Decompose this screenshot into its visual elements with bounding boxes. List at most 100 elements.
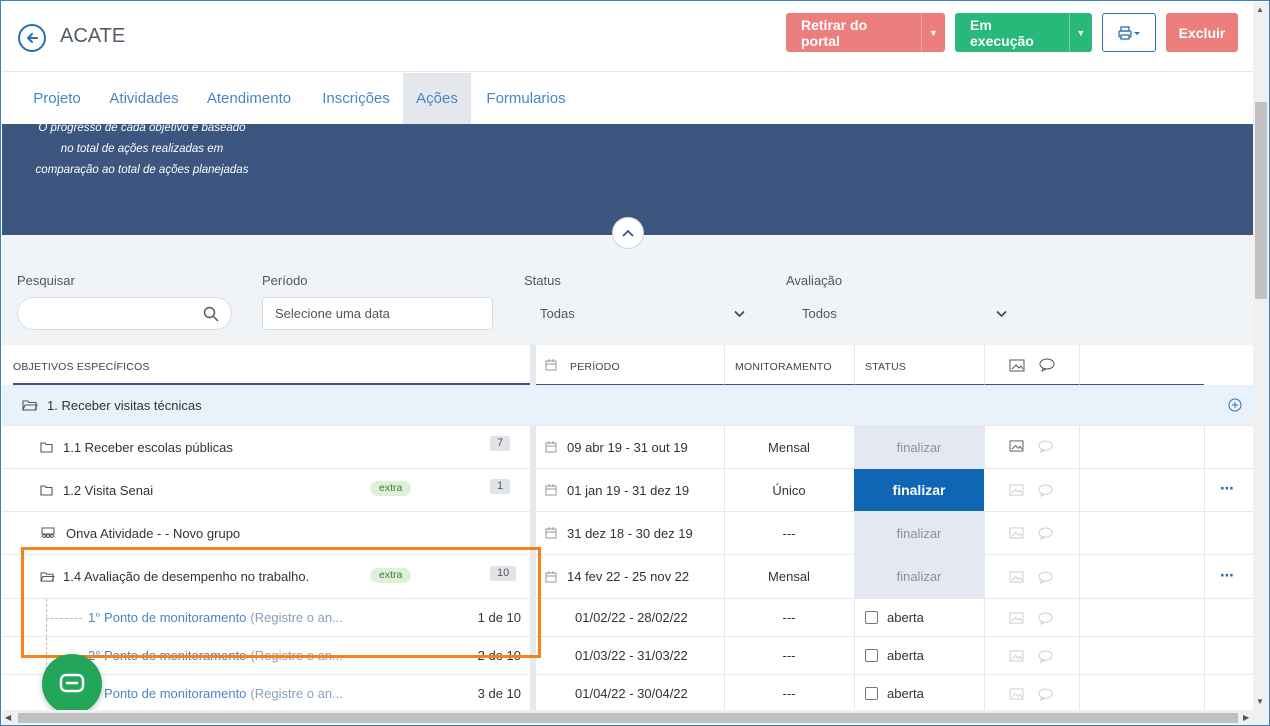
image-icon[interactable]	[1009, 440, 1024, 452]
chevron-down-icon	[734, 310, 745, 317]
avaliacao-select[interactable]: Todos	[786, 297, 1023, 330]
th-media	[984, 345, 1079, 385]
back-button[interactable]	[18, 24, 46, 52]
chevron-down-icon[interactable]: ▼	[920, 13, 945, 52]
column-divider	[530, 469, 536, 511]
header: ACATE Retirar do portal ▼ Em execução ▼ …	[2, 2, 1253, 72]
add-circle-icon[interactable]	[1228, 398, 1242, 412]
column-divider	[1204, 637, 1205, 674]
monitoring-name[interactable]: 3° Ponto de monitoramento (Registre o an…	[88, 675, 343, 712]
image-icon[interactable]	[1009, 688, 1024, 700]
column-divider	[1079, 599, 1080, 636]
scroll-left-arrow-icon[interactable]: ◀	[5, 713, 11, 722]
folder-icon	[40, 484, 53, 496]
chevron-down-icon[interactable]: ▼	[1068, 13, 1092, 52]
finalizar-button[interactable]: finalizar	[854, 469, 984, 511]
finalizar-button[interactable]: finalizar	[854, 555, 984, 598]
scroll-up-arrow-icon[interactable]: ▲	[1256, 5, 1264, 14]
comment-icon[interactable]	[1038, 650, 1054, 663]
comment-icon[interactable]	[1038, 484, 1054, 497]
checkbox[interactable]	[865, 687, 878, 700]
count-badge: 7	[490, 436, 511, 451]
image-icon[interactable]	[1009, 612, 1024, 624]
row-name-cell: 1.1 Receber escolas públicas	[40, 426, 233, 468]
image-icon[interactable]	[1009, 484, 1024, 496]
filters-panel: Pesquisar Período Selecione uma data Sta…	[2, 235, 1253, 345]
highlight-box	[21, 547, 541, 658]
comment-icon[interactable]	[1038, 440, 1054, 453]
comment-icon[interactable]	[1038, 688, 1054, 701]
search-input[interactable]	[17, 297, 232, 330]
column-divider	[984, 599, 985, 636]
column-divider	[1204, 512, 1205, 554]
tab-projeto[interactable]: Projeto	[20, 73, 94, 124]
image-icon[interactable]	[1009, 527, 1024, 539]
periodo-input[interactable]: Selecione uma data	[262, 297, 493, 330]
group-cell: 1. Receber visitas técnicas	[22, 385, 202, 425]
calendar-icon	[545, 441, 557, 453]
th-objetivos: OBJETIVOS ESPECÍFICOS	[13, 345, 530, 385]
scroll-down-arrow-icon[interactable]: ▼	[1256, 697, 1264, 706]
tab-atividades[interactable]: Atividades	[98, 73, 190, 124]
column-divider	[1079, 512, 1080, 554]
scroll-right-arrow-icon[interactable]: ▶	[1243, 713, 1249, 722]
table-row[interactable]: 1.1 Receber escolas públicas 7 09 abr 19…	[2, 425, 1253, 468]
print-button[interactable]	[1102, 13, 1156, 52]
monitoring-count: 3 de 10	[477, 686, 521, 701]
status-text: aberta	[887, 686, 924, 701]
periodo-text: 01 jan 19 - 31 dez 19	[567, 482, 690, 498]
status-select[interactable]: Todas	[524, 297, 761, 330]
image-icon[interactable]	[1009, 650, 1024, 662]
calendar-icon	[545, 570, 557, 582]
status-label: Status	[524, 273, 561, 288]
more-options-icon[interactable]: ⋯	[1220, 567, 1235, 584]
chat-button[interactable]	[42, 654, 102, 714]
column-divider	[854, 637, 855, 674]
status-checkbox-cell[interactable]: aberta	[865, 599, 924, 636]
monitoring-row[interactable]: 3° Ponto de monitoramento (Registre o an…	[2, 674, 1253, 712]
status-checkbox-cell[interactable]: aberta	[865, 675, 924, 712]
tab-inscricoes[interactable]: Inscrições	[310, 73, 402, 124]
column-divider	[1204, 555, 1205, 598]
excluir-button[interactable]: Excluir	[1166, 13, 1238, 52]
periodo-cell: 01/04/22 - 30/04/22	[575, 686, 688, 701]
status-checkbox-cell[interactable]: aberta	[865, 637, 924, 674]
monitoramento-cell: Mensal	[768, 439, 810, 455]
tab-acoes[interactable]: Ações	[403, 73, 471, 124]
banner-text: O progresso de cada objetivo é baseado n…	[22, 122, 262, 181]
comment-icon[interactable]	[1038, 571, 1054, 584]
image-icon[interactable]	[1009, 571, 1024, 583]
em-execucao-button[interactable]: Em execução ▼	[955, 13, 1092, 52]
banner-line: O progresso de cada objetivo é baseado	[38, 122, 246, 134]
th-actions	[1079, 345, 1204, 385]
table-row[interactable]: 1.2 Visita Senai extra 1 01 jan 19 - 31 …	[2, 468, 1253, 511]
comment-icon[interactable]	[1038, 612, 1054, 625]
horizontal-scroll-thumb[interactable]	[18, 713, 1238, 723]
vertical-scroll-thumb[interactable]	[1255, 102, 1267, 299]
calendar-icon	[545, 359, 557, 371]
monitoramento-cell: ---	[782, 686, 796, 701]
collapse-button[interactable]	[612, 217, 644, 249]
tab-formularios[interactable]: Formularios	[476, 73, 576, 124]
tab-atendimento[interactable]: Atendimento	[194, 73, 304, 124]
periodo-cell: 31 dez 18 - 30 dez 19	[545, 512, 693, 554]
retirar-portal-button[interactable]: Retirar do portal ▼	[786, 13, 945, 52]
th-status: STATUS	[854, 345, 984, 385]
checkbox[interactable]	[865, 611, 878, 624]
monitoramento-cell: Mensal	[768, 569, 810, 584]
banner-line: no total de ações realizadas em	[60, 143, 224, 155]
chevron-down-icon	[996, 310, 1007, 317]
folder-open-icon	[22, 400, 38, 411]
group-title: 1. Receber visitas técnicas	[47, 397, 202, 413]
arrow-left-icon	[27, 33, 38, 43]
finalizar-button[interactable]: finalizar	[854, 426, 984, 468]
more-options-icon[interactable]: ⋯	[1220, 480, 1235, 497]
checkbox[interactable]	[865, 649, 878, 662]
comment-icon[interactable]	[1038, 527, 1054, 540]
group-row[interactable]: 1. Receber visitas técnicas	[2, 385, 1253, 425]
comment-icon	[1039, 358, 1055, 372]
avaliacao-select-value: Todos	[802, 306, 837, 321]
avaliacao-label: Avaliação	[786, 273, 843, 288]
finalizar-button[interactable]: finalizar	[854, 512, 984, 554]
column-divider	[854, 599, 855, 636]
